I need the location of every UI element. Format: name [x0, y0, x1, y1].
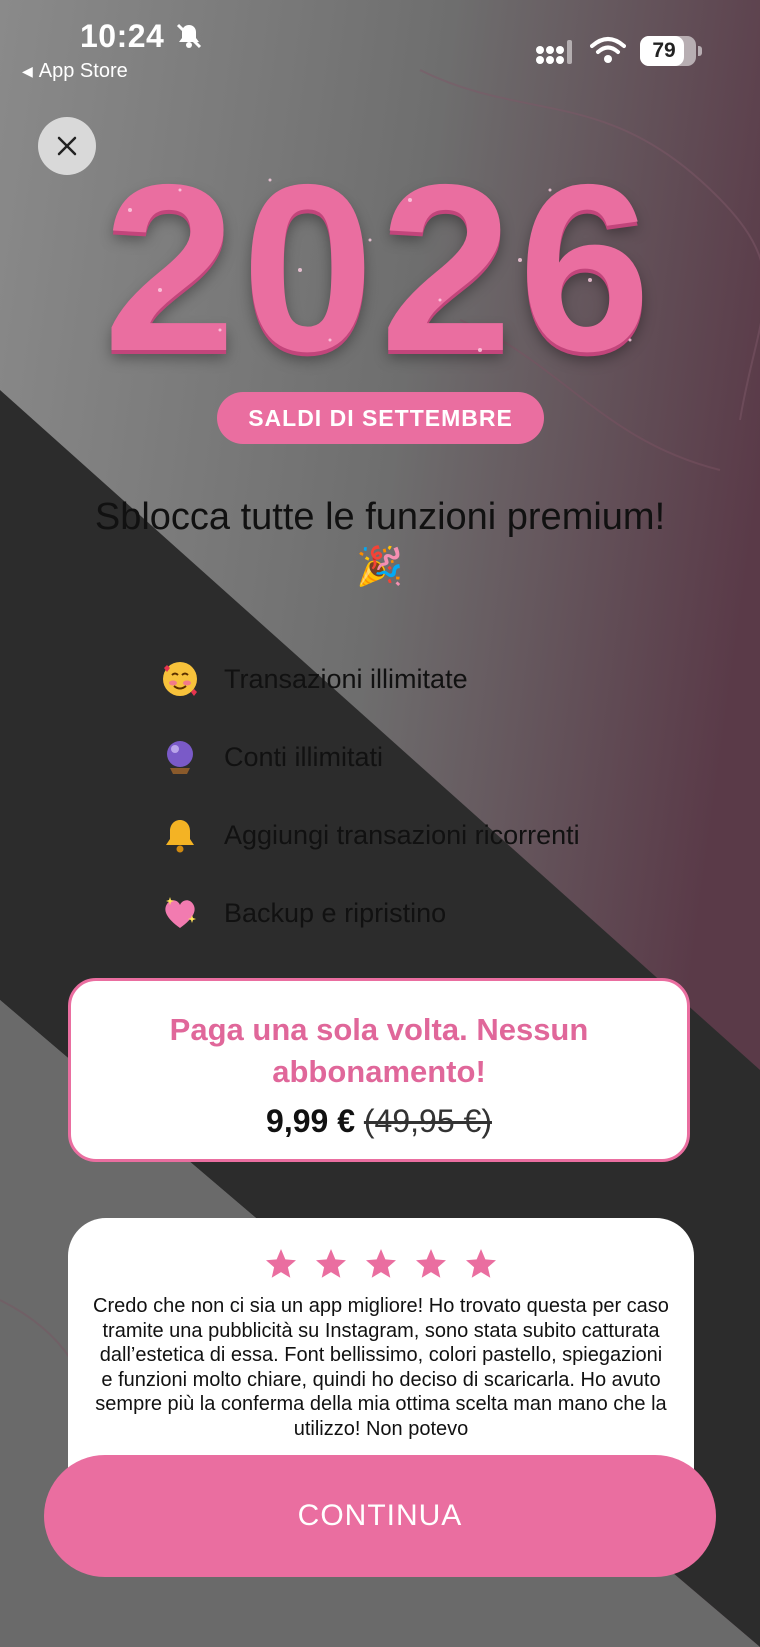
star-icon: [316, 1249, 346, 1278]
continue-button[interactable]: CONTINUA: [44, 1455, 716, 1577]
review-card: Credo che non ci sia un app migliore! Ho…: [68, 1218, 694, 1488]
wifi-icon: [590, 36, 626, 69]
cellular-signal-icon: [535, 38, 575, 71]
feature-label: Backup e ripristino: [224, 897, 447, 928]
feature-label: Transazioni illimitate: [224, 663, 468, 694]
star-icon: [366, 1249, 396, 1278]
feature-label: Aggiungi transazioni ricorrenti: [224, 819, 580, 850]
battery-percent: 79: [652, 39, 676, 62]
feature-item: Transazioni illimitate: [160, 640, 580, 718]
price-card-title: Paga una sola volta. Nessun abbonamento!: [169, 1012, 589, 1089]
headline: Sblocca tutte le funzioni premium! 🎉: [94, 496, 666, 588]
status-time: 10:24: [80, 18, 165, 54]
current-price: 9,99 €: [266, 1103, 355, 1139]
review-text: Credo che non ci sia un app migliore! Ho…: [93, 1295, 669, 1440]
price-line: 9,99 € (49,95 €): [71, 1103, 687, 1140]
feature-item: Conti illimitati: [160, 718, 580, 796]
crystal-ball-icon: [160, 737, 200, 777]
star-rating: [68, 1246, 694, 1282]
smiling-face-with-hearts-icon: [160, 659, 200, 699]
sale-badge: SALDI DI SETTEMBRE: [217, 392, 544, 444]
feature-label: Conti illimitati: [224, 741, 384, 772]
year-heading: 2026: [103, 136, 657, 401]
back-label: App Store: [38, 60, 128, 82]
bell-slash-icon: [175, 22, 203, 55]
star-icon: [416, 1249, 446, 1278]
old-price: (49,95 €): [363, 1103, 492, 1139]
feature-item: Aggiungi transazioni ricorrenti: [160, 796, 580, 874]
feature-item: Backup e ripristino: [160, 874, 580, 952]
feature-list: Transazioni illimitate Conti illimitati …: [160, 640, 580, 952]
star-icon: [266, 1249, 296, 1278]
star-icon: [466, 1249, 496, 1278]
price-card[interactable]: Paga una sola volta. Nessun abbonamento!…: [68, 978, 690, 1162]
back-arrow-icon: ◀: [22, 63, 33, 79]
sparkling-heart-icon: [160, 893, 200, 933]
bell-icon: [160, 815, 200, 855]
battery-indicator: 79: [640, 36, 702, 66]
back-to-app-store[interactable]: ◀ App Store: [22, 60, 128, 83]
